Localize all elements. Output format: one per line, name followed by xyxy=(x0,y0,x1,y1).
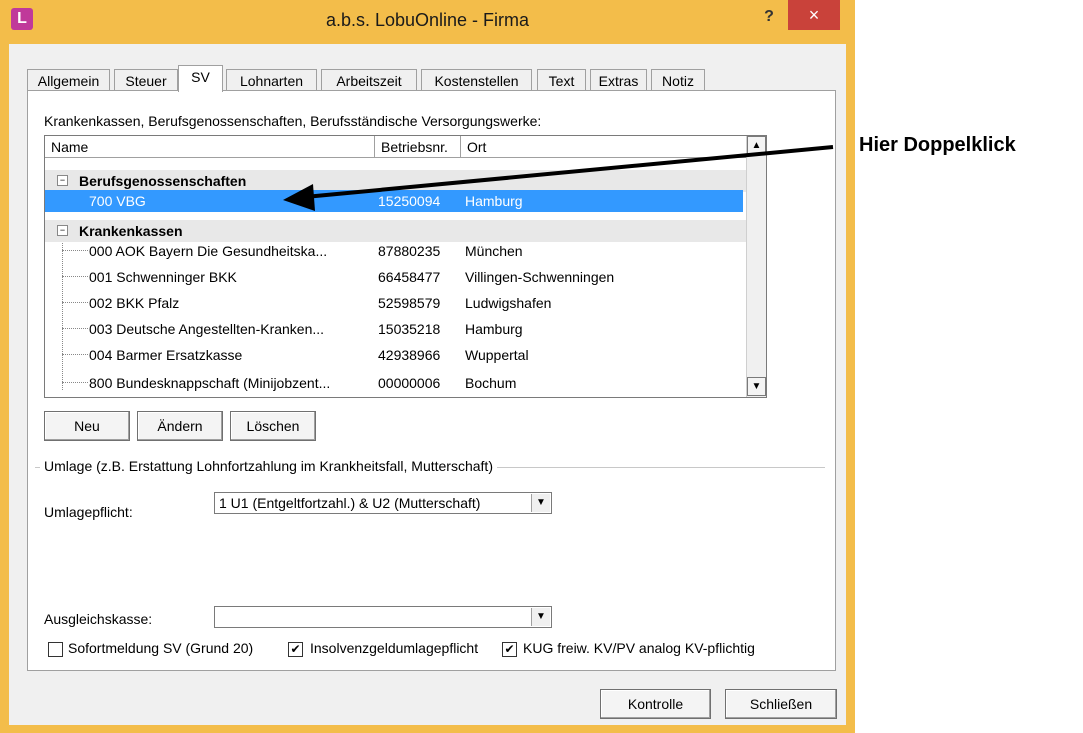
annotation-arrow-icon xyxy=(283,145,834,211)
annotation-arrow-line xyxy=(304,145,834,199)
annotation-arrow-head xyxy=(283,184,315,211)
tab-sv[interactable]: SV xyxy=(178,65,223,92)
